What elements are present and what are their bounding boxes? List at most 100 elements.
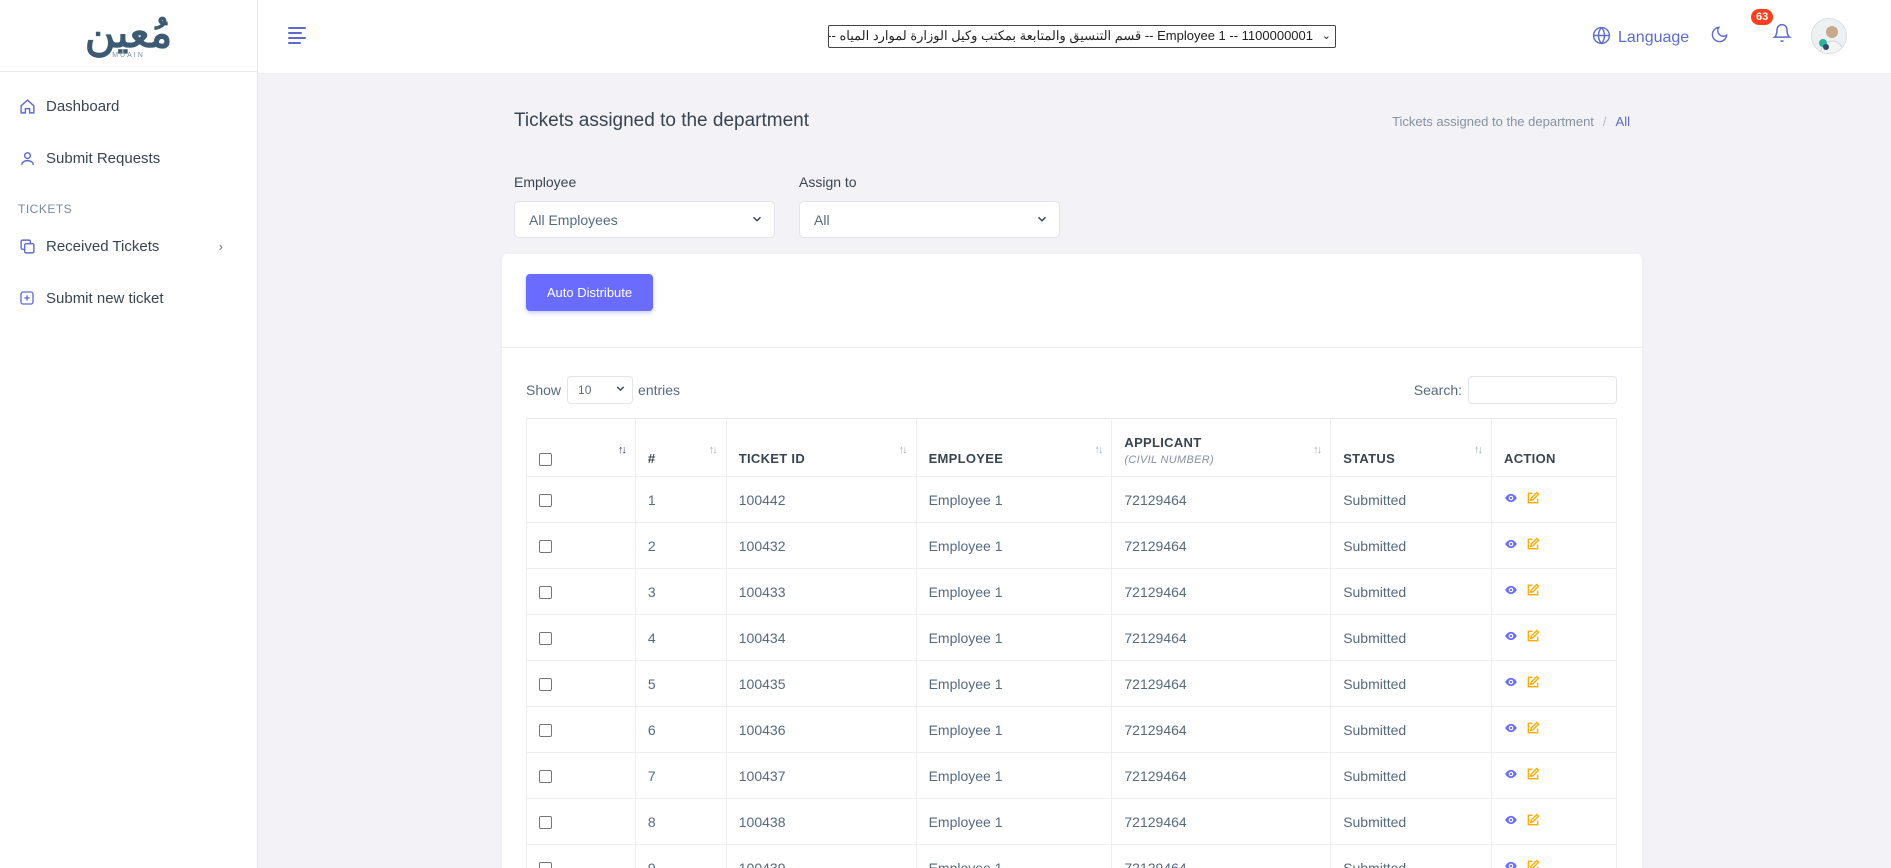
assign-filter-select[interactable]: All [799,201,1060,238]
row-applicant: 72129464 [1111,798,1332,845]
sort-icon[interactable]: ↑↓ [899,444,908,456]
edit-icon[interactable] [1526,491,1540,508]
row-num: 5 [634,660,727,707]
edit-icon[interactable] [1526,537,1540,554]
auto-distribute-button[interactable]: Auto Distribute [526,274,653,311]
notifications-bell-icon[interactable] [1772,22,1792,49]
user-icon [18,149,36,167]
row-num: 7 [634,752,727,799]
sidebar-item-submit-new-ticket[interactable]: Submit new ticket [0,268,257,328]
sidebar-item-received-tickets[interactable]: Received Tickets › [0,224,257,268]
row-actions [1491,476,1617,523]
row-select-cell [526,660,636,707]
row-select-cell [526,752,636,799]
theme-toggle-icon[interactable] [1710,25,1729,49]
view-eye-icon[interactable] [1504,860,1518,868]
search-input[interactable] [1468,376,1617,404]
row-employee: Employee 1 [915,752,1113,799]
edit-icon[interactable] [1526,629,1540,646]
breadcrumb-link[interactable]: Tickets assigned to the department [1392,114,1594,129]
table-row: 8 100438 Employee 1 72129464 Submitted [526,798,1617,845]
assign-filter-value: All [814,212,830,228]
sidebar: مُعين MUAIN Dashboard Submit Requests TI… [0,0,258,868]
view-eye-icon[interactable] [1504,676,1518,692]
row-checkbox[interactable] [539,494,552,508]
view-eye-icon[interactable] [1504,584,1518,600]
row-checkbox[interactable] [539,540,552,554]
chevron-down-icon [614,382,627,398]
row-employee: Employee 1 [915,522,1113,569]
employee-filter-select[interactable]: All Employees [514,201,775,238]
breadcrumb-separator: / [1602,114,1607,129]
column-header-label: TICKET ID [738,451,806,466]
view-eye-icon[interactable] [1504,538,1518,554]
sidebar-item-submit-requests[interactable]: Submit Requests [0,132,257,184]
view-eye-icon[interactable] [1504,768,1518,784]
row-checkbox[interactable] [539,586,552,600]
edit-icon[interactable] [1526,675,1540,692]
edit-icon[interactable] [1526,813,1540,830]
sort-icon[interactable]: ↑↓ [1474,444,1483,456]
column-header-ticket-id[interactable]: TICKET ID ↑↓ [725,418,917,477]
row-checkbox[interactable] [539,632,552,646]
row-select-cell [526,706,636,753]
row-checkbox[interactable] [539,862,552,868]
row-actions [1491,706,1617,753]
column-header-label: EMPLOYEE [928,451,1004,466]
row-num: 9 [634,844,727,868]
notification-count-badge: 63 [1751,9,1774,25]
row-checkbox[interactable] [539,816,552,830]
column-header-num[interactable]: # ↑↓ [634,418,727,477]
user-avatar[interactable] [1811,18,1847,54]
view-eye-icon[interactable] [1504,722,1518,738]
row-status: Submitted [1330,568,1493,615]
sort-asc-icon[interactable]: ↑↓ [618,444,627,456]
table-body: 1 100442 Employee 1 72129464 Submitted 2 10043… [526,476,1617,868]
sort-icon[interactable]: ↑↓ [709,444,718,456]
row-checkbox[interactable] [539,678,552,692]
row-actions [1491,752,1617,799]
edit-icon[interactable] [1526,767,1540,784]
edit-icon[interactable] [1526,583,1540,600]
table-row: 3 100433 Employee 1 72129464 Submitted [526,568,1617,615]
app-logo[interactable]: مُعين MUAIN [0,0,257,72]
sidebar-section-title: TICKETS [18,202,73,216]
sidebar-item-label: Submit Requests [46,149,161,167]
view-eye-icon[interactable] [1504,630,1518,646]
row-employee: Employee 1 [915,476,1113,523]
sort-icon[interactable]: ↑↓ [1094,444,1103,456]
edit-icon[interactable] [1526,721,1540,738]
column-header-label: # [647,451,656,466]
employee-role-select[interactable]: Employee 1 -- 1100000001 -- قسم التنسيق … [828,25,1336,48]
row-ticket-id: 100435 [725,660,917,707]
sort-icon[interactable]: ↑↓ [1313,444,1322,456]
column-header-status[interactable]: STATUS ↑↓ [1330,418,1493,477]
show-label: Show [526,382,562,398]
row-employee: Employee 1 [915,844,1113,868]
row-status: Submitted [1330,614,1493,661]
select-all-checkbox[interactable] [539,453,552,466]
row-ticket-id: 100436 [725,706,917,753]
column-header-employee[interactable]: EMPLOYEE ↑↓ [915,418,1113,477]
row-applicant: 72129464 [1111,568,1332,615]
select-all-header[interactable]: ↑↓ [526,418,636,477]
copy-icon [18,237,36,255]
row-applicant: 72129464 [1111,752,1332,799]
menu-toggle-icon[interactable] [288,27,306,44]
row-status: Submitted [1330,706,1493,753]
row-checkbox[interactable] [539,724,552,738]
column-header-sublabel: (CIVIL NUMBER) [1124,454,1214,466]
row-checkbox[interactable] [539,770,552,784]
row-select-cell [526,568,636,615]
row-select-cell [526,844,636,868]
employee-role-value: Employee 1 -- 1100000001 -- قسم التنسيق … [828,28,1313,43]
page-length-control: Show 10 entries [526,376,680,404]
edit-icon[interactable] [1526,859,1540,868]
sidebar-item-dashboard[interactable]: Dashboard [0,80,257,132]
row-employee: Employee 1 [915,660,1113,707]
page-length-select[interactable]: 10 [567,376,634,404]
column-header-applicant[interactable]: APPLICANT (CIVIL NUMBER) ↑↓ [1111,418,1332,477]
view-eye-icon[interactable] [1504,814,1518,830]
view-eye-icon[interactable] [1504,492,1518,508]
language-button[interactable]: Language [1592,26,1689,50]
